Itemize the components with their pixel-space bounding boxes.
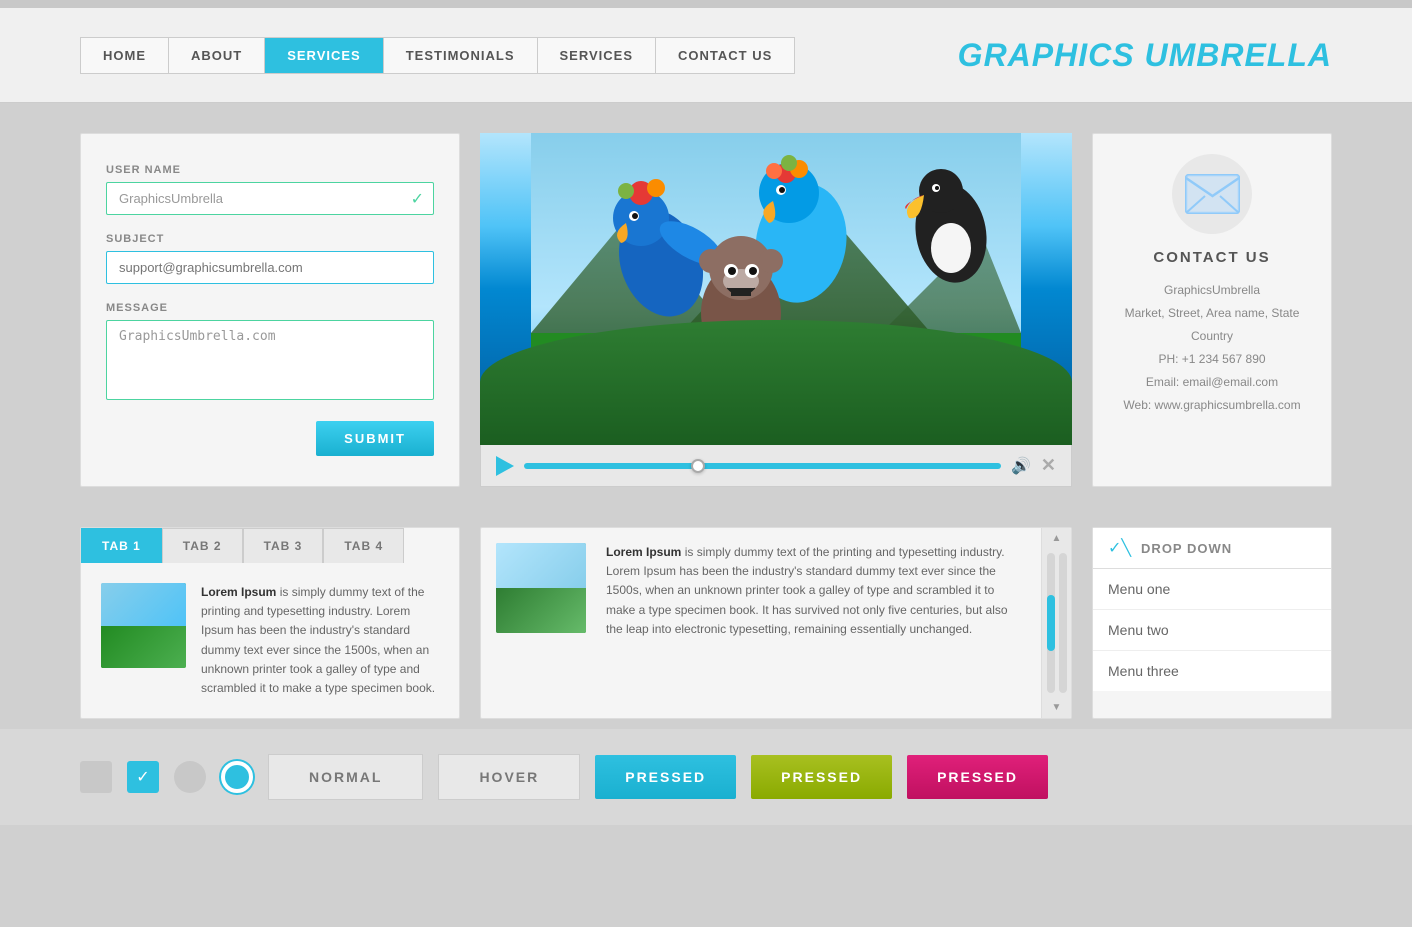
- contact-info: GraphicsUmbrella Market, Street, Area na…: [1113, 281, 1311, 414]
- message-textarea[interactable]: GraphicsUmbrella.com: [106, 320, 434, 400]
- mail-icon: [1185, 174, 1240, 214]
- checkbox-checked[interactable]: ✓: [127, 761, 159, 793]
- volume-icon[interactable]: 🔊: [1011, 456, 1031, 476]
- bottom-row: TAB 1 TAB 2 TAB 3 TAB 4 Lorem Ipsum is s…: [0, 517, 1412, 729]
- tabs-panel: TAB 1 TAB 2 TAB 3 TAB 4 Lorem Ipsum is s…: [80, 527, 460, 719]
- nav-item-contact[interactable]: CONTACT US: [656, 38, 794, 73]
- dropdown-item-3[interactable]: Menu three: [1093, 651, 1331, 691]
- dropdown-item-1[interactable]: Menu one: [1093, 569, 1331, 610]
- subject-label: SUBJECT: [106, 233, 434, 245]
- header: HOME ABOUT SERVICES TESTIMONIALS SERVICE…: [0, 8, 1412, 103]
- contact-phone: PH: +1 234 567 890: [1113, 350, 1311, 368]
- text-panel: Lorem Ipsum is simply dummy text of the …: [480, 527, 1072, 719]
- contact-email: Email: email@email.com: [1113, 373, 1311, 391]
- checkbox-unchecked[interactable]: [80, 761, 112, 793]
- brand-title: GRAPHICS UMBRELLA: [958, 37, 1332, 74]
- video-controls: 🔊 ✕: [480, 445, 1072, 487]
- button-pressed-green[interactable]: PRESSED: [751, 755, 892, 799]
- message-label: MESSAGE: [106, 302, 434, 314]
- button-normal[interactable]: NORMAL: [268, 754, 423, 800]
- dropdown-header[interactable]: ✓╲ DROP DOWN: [1093, 528, 1331, 569]
- nav: HOME ABOUT SERVICES TESTIMONIALS SERVICE…: [80, 37, 795, 74]
- buttons-row: ✓ NORMAL HOVER PRESSED PRESSED PRESSED: [0, 729, 1412, 825]
- video-placeholder: [480, 133, 1072, 445]
- contact-web: Web: www.graphicsumbrella.com: [1113, 396, 1311, 414]
- nav-item-services[interactable]: SERVICES: [265, 38, 384, 73]
- username-input[interactable]: [106, 182, 434, 215]
- tab-2[interactable]: TAB 2: [162, 528, 243, 563]
- mail-icon-wrap: [1172, 154, 1252, 234]
- text-body: Lorem Ipsum is simply dummy text of the …: [601, 528, 1041, 718]
- tab-image: [101, 583, 186, 668]
- scroll-up-button[interactable]: ▲: [1042, 528, 1071, 549]
- tab-body-text: is simply dummy text of the printing and…: [201, 585, 435, 695]
- scroll-track-right: [1059, 553, 1067, 693]
- radio-filled[interactable]: [221, 761, 253, 793]
- tab-4[interactable]: TAB 4: [323, 528, 404, 563]
- scroll-track[interactable]: [1042, 549, 1071, 697]
- subject-group: SUBJECT: [106, 233, 434, 284]
- contact-country: Country: [1113, 327, 1311, 345]
- dropdown-check-icon: ✓╲: [1108, 538, 1131, 558]
- main-content: USER NAME ✓ SUBJECT MESSAGE GraphicsUmbr…: [0, 103, 1412, 517]
- tabs-content: Lorem Ipsum is simply dummy text of the …: [81, 563, 459, 718]
- text-image: [496, 543, 586, 633]
- button-pressed-blue[interactable]: PRESSED: [595, 755, 736, 799]
- close-button[interactable]: ✕: [1041, 455, 1056, 476]
- subject-input[interactable]: [106, 251, 434, 284]
- progress-handle[interactable]: [691, 459, 705, 473]
- message-group: MESSAGE GraphicsUmbrella.com: [106, 302, 434, 403]
- tab-1[interactable]: TAB 1: [81, 528, 162, 563]
- scroll-area: ▲ ▼: [1041, 528, 1071, 718]
- scroll-down-button[interactable]: ▼: [1042, 697, 1071, 718]
- username-group: USER NAME ✓: [106, 164, 434, 215]
- video-image: [480, 133, 1072, 423]
- play-button[interactable]: [496, 456, 514, 476]
- dropdown-panel: ✓╲ DROP DOWN Menu one Menu two Menu thre…: [1092, 527, 1332, 719]
- check-icon: ✓: [411, 189, 424, 209]
- submit-button[interactable]: SUBMIT: [316, 421, 434, 456]
- tabs-header: TAB 1 TAB 2 TAB 3 TAB 4: [81, 528, 459, 563]
- scroll-thumb-track: [1047, 553, 1055, 693]
- radio-empty[interactable]: [174, 761, 206, 793]
- contact-address: Market, Street, Area name, State: [1113, 304, 1311, 322]
- contact-form: USER NAME ✓ SUBJECT MESSAGE GraphicsUmbr…: [80, 133, 460, 487]
- nav-item-home[interactable]: HOME: [81, 38, 169, 73]
- video-panel: 🔊 ✕: [480, 133, 1072, 487]
- scroll-thumb: [1047, 595, 1055, 651]
- tab-3[interactable]: TAB 3: [243, 528, 324, 563]
- dropdown-item-2[interactable]: Menu two: [1093, 610, 1331, 651]
- nav-item-about[interactable]: ABOUT: [169, 38, 265, 73]
- text-panel-content: Lorem Ipsum is simply dummy text of the …: [481, 528, 1041, 718]
- dropdown-label: DROP DOWN: [1141, 541, 1232, 556]
- contact-panel: CONTACT US GraphicsUmbrella Market, Stre…: [1092, 133, 1332, 487]
- button-hover[interactable]: HOVER: [438, 754, 580, 800]
- tab-text: Lorem Ipsum is simply dummy text of the …: [201, 583, 439, 698]
- button-pressed-pink[interactable]: PRESSED: [907, 755, 1048, 799]
- contact-title: CONTACT US: [1113, 249, 1311, 266]
- progress-bar[interactable]: [524, 463, 1001, 469]
- contact-company: GraphicsUmbrella: [1113, 281, 1311, 299]
- username-label: USER NAME: [106, 164, 434, 176]
- nav-item-services2[interactable]: SERVICES: [538, 38, 657, 73]
- nav-item-testimonials[interactable]: TESTIMONIALS: [384, 38, 538, 73]
